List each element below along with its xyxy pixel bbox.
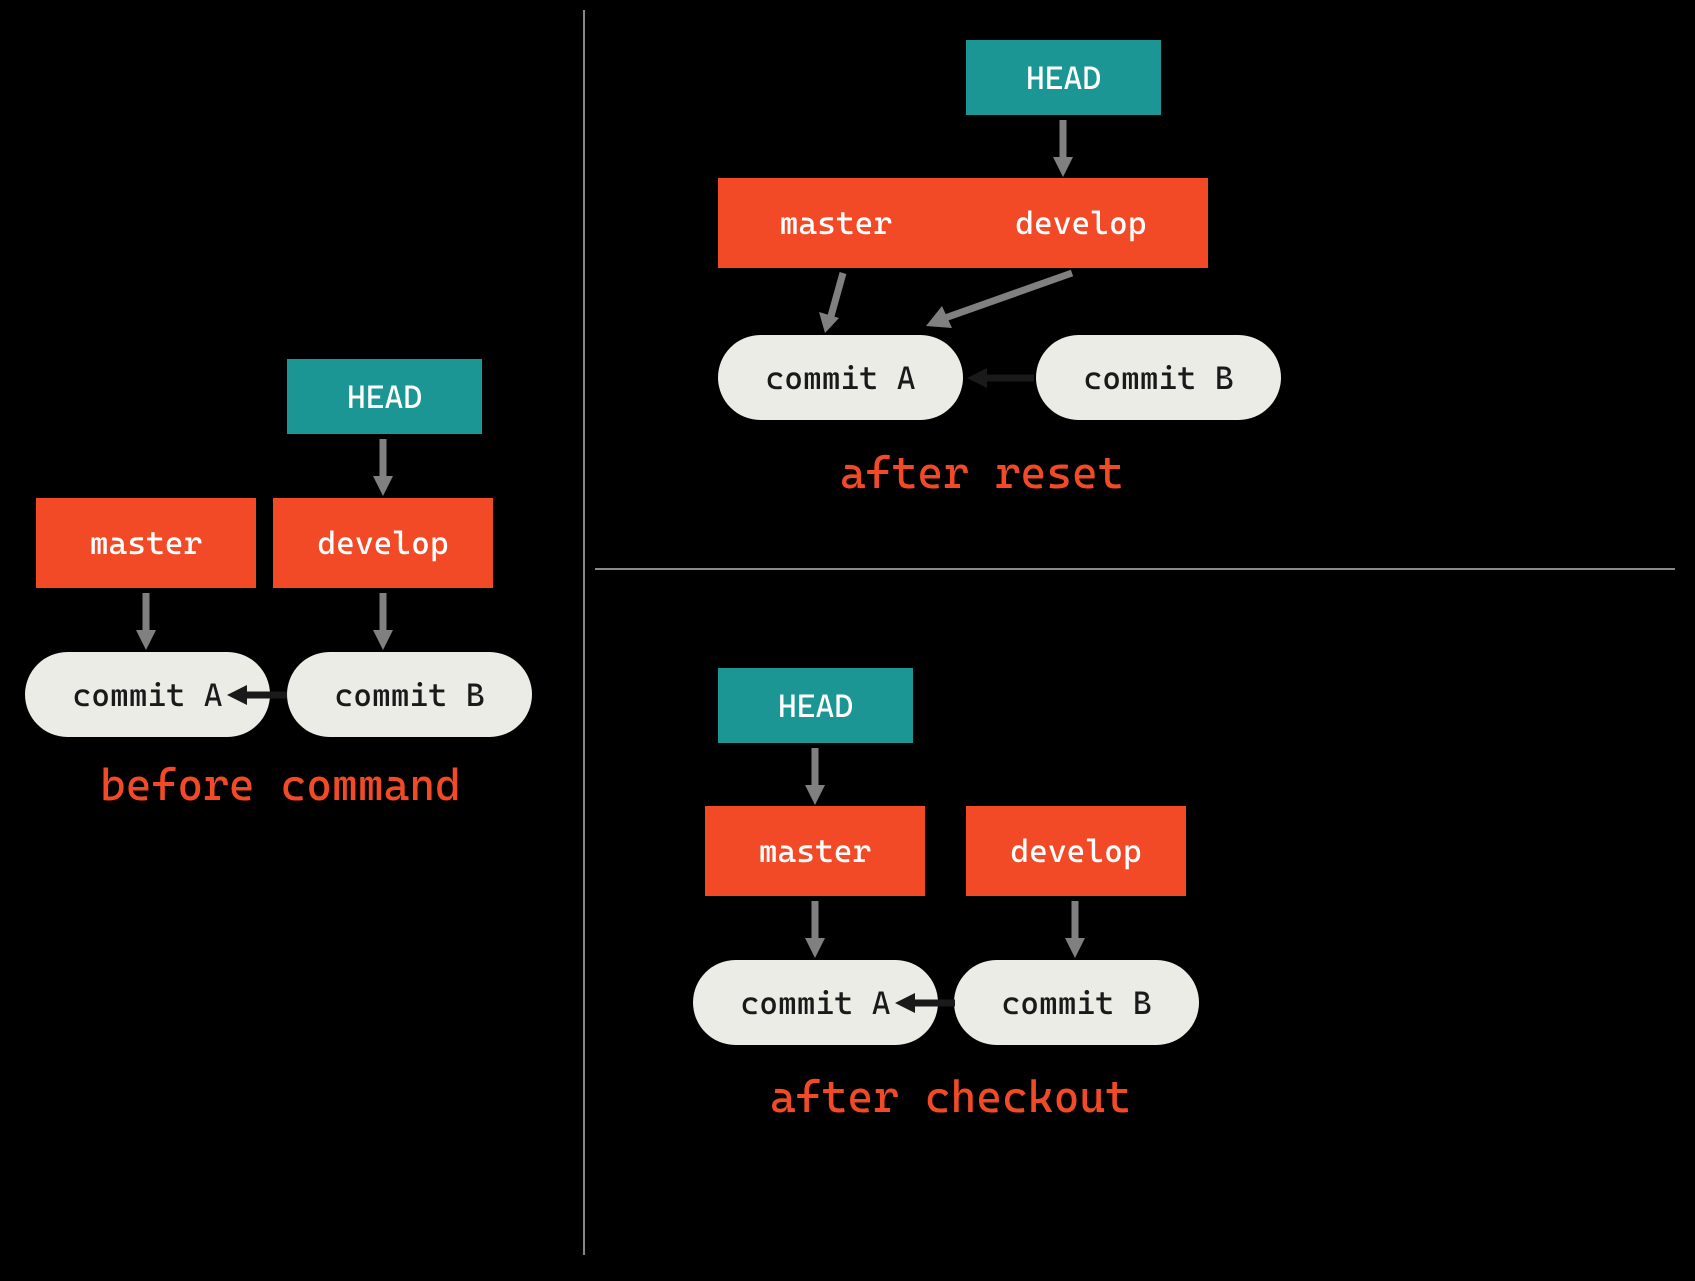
arrow-master-to-commitA-before: [131, 588, 161, 653]
arrow-develop-to-commitA-reset: [920, 268, 1080, 338]
commit-b-label: commit B: [335, 676, 485, 714]
diagram-root: HEAD master develop commit A commit B be…: [0, 0, 1695, 1281]
commit-a-label: commit A: [766, 359, 916, 397]
master-label: master: [759, 832, 872, 870]
arrow-commitB-to-commitA-checkout: [892, 988, 960, 1018]
commit-a-reset: commit A: [718, 335, 963, 420]
develop-box-checkout: develop: [966, 806, 1186, 896]
commit-b-label: commit B: [1084, 359, 1234, 397]
develop-label: develop: [1015, 204, 1146, 242]
arrow-head-to-branches-reset: [1048, 115, 1078, 180]
arrow-master-to-commitA-reset: [815, 268, 855, 338]
commit-b-label: commit B: [1002, 984, 1152, 1022]
caption-before: before command: [100, 760, 461, 811]
develop-label: develop: [1010, 832, 1141, 870]
commit-a-label: commit A: [73, 676, 223, 714]
horizontal-divider: [595, 568, 1675, 570]
caption-checkout: after checkout: [770, 1072, 1131, 1123]
caption-reset: after reset: [840, 448, 1124, 499]
arrow-head-to-develop-before: [368, 434, 398, 499]
arrow-commitB-to-commitA-before: [224, 680, 292, 710]
develop-box-before: develop: [273, 498, 493, 588]
head-box-checkout: HEAD: [718, 668, 913, 743]
vertical-divider: [583, 10, 585, 1255]
arrow-commitB-to-commitA-reset: [964, 363, 1039, 393]
master-label: master: [780, 204, 893, 242]
master-box-checkout: master: [705, 806, 925, 896]
develop-label: develop: [317, 524, 448, 562]
commit-b-reset: commit B: [1036, 335, 1281, 420]
commit-a-label: commit A: [741, 984, 891, 1022]
commit-b-checkout: commit B: [954, 960, 1199, 1045]
master-label: master: [90, 524, 203, 562]
head-box-before: HEAD: [287, 359, 482, 434]
commit-b-before: commit B: [287, 652, 532, 737]
head-label: HEAD: [347, 378, 422, 416]
arrow-master-to-commitA-checkout: [800, 896, 830, 961]
head-box-reset: HEAD: [966, 40, 1161, 115]
head-label: HEAD: [1026, 59, 1101, 97]
arrow-develop-to-commitB-checkout: [1060, 896, 1090, 961]
merged-branches-reset: master develop: [718, 178, 1208, 268]
arrow-head-to-master-checkout: [800, 743, 830, 808]
head-label: HEAD: [778, 687, 853, 725]
master-box-before: master: [36, 498, 256, 588]
arrow-develop-to-commitB-before: [368, 588, 398, 653]
